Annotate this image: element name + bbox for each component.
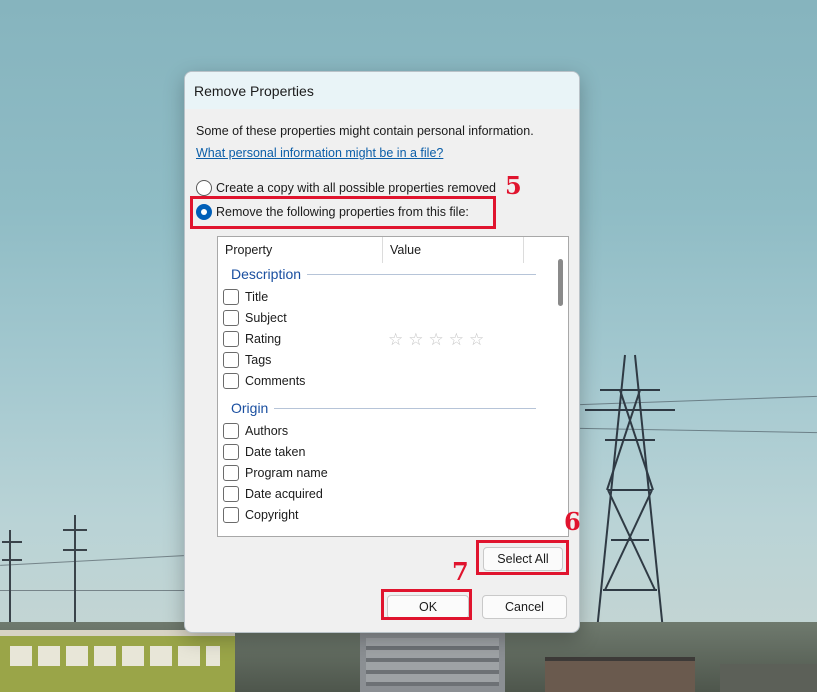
group-heading-description: Description [231, 266, 536, 282]
rating-stars: ☆ ☆ ☆ ☆ ☆ [388, 331, 484, 348]
group-heading-origin: Origin [231, 400, 536, 416]
group-divider [274, 407, 536, 409]
house-roof [545, 657, 695, 692]
column-header-property[interactable]: Property [218, 237, 383, 263]
transmission-tower [585, 354, 675, 650]
property-label: Date taken [245, 445, 306, 459]
checkbox[interactable] [223, 465, 239, 481]
scrollbar-thumb[interactable] [558, 259, 563, 306]
radio-create-copy-label: Create a copy with all possible properti… [216, 181, 496, 195]
group-divider [307, 273, 536, 275]
group-heading-label: Origin [231, 400, 269, 416]
radio-remove-properties-label: Remove the following properties from thi… [216, 205, 469, 219]
checkbox[interactable] [223, 486, 239, 502]
checkbox[interactable] [223, 507, 239, 523]
property-label: Subject [245, 311, 287, 325]
radio-remove-properties-button[interactable] [196, 204, 212, 220]
group-heading-label: Description [231, 266, 302, 282]
property-label: Copyright [245, 508, 299, 522]
star-icon: ☆ [469, 330, 485, 349]
column-header-value-label: Value [390, 243, 422, 257]
step-number-6: 6 [564, 507, 581, 536]
select-all-button[interactable]: Select All [483, 547, 563, 571]
property-label: Authors [245, 424, 289, 438]
property-row-title[interactable]: Title [223, 289, 268, 305]
apartment-building [360, 632, 505, 692]
step-number-7: 7 [452, 557, 469, 586]
property-label: Date acquired [245, 487, 323, 501]
step-number-5: 5 [505, 171, 522, 200]
radio-create-copy-button[interactable] [196, 180, 212, 196]
personal-info-help-link[interactable]: What personal information might be in a … [196, 146, 443, 160]
column-header-value[interactable]: Value [383, 237, 524, 263]
property-label: Program name [245, 466, 328, 480]
property-label: Rating [245, 332, 282, 346]
property-row-authors[interactable]: Authors [223, 423, 288, 439]
property-label: Title [245, 290, 269, 304]
property-row-comments[interactable]: Comments [223, 373, 305, 389]
dialog-title: Remove Properties [194, 82, 314, 99]
cancel-button[interactable]: Cancel [482, 595, 567, 619]
intro-text: Some of these properties might contain p… [196, 124, 534, 138]
property-label: Tags [245, 353, 272, 367]
property-row-date-taken[interactable]: Date taken [223, 444, 305, 460]
property-list[interactable]: Property Value Description Title Subject… [217, 236, 569, 537]
house [720, 664, 817, 692]
list-header: Property Value [218, 237, 568, 263]
property-row-tags[interactable]: Tags [223, 352, 271, 368]
property-row-subject[interactable]: Subject [223, 310, 287, 326]
radio-remove-properties[interactable]: Remove the following properties from thi… [196, 204, 469, 220]
dialog-titlebar[interactable]: Remove Properties [185, 72, 579, 109]
property-row-rating[interactable]: Rating [223, 331, 281, 347]
property-row-program-name[interactable]: Program name [223, 465, 328, 481]
star-icon: ☆ [388, 330, 404, 349]
radio-create-copy[interactable]: Create a copy with all possible properti… [196, 180, 496, 196]
checkbox[interactable] [223, 444, 239, 460]
remove-properties-dialog: Remove Properties Some of these properti… [184, 71, 580, 633]
ok-button[interactable]: OK [387, 595, 469, 619]
star-icon: ☆ [428, 330, 444, 349]
checkbox[interactable] [223, 352, 239, 368]
checkbox[interactable] [223, 310, 239, 326]
train-car [0, 630, 235, 692]
checkbox[interactable] [223, 289, 239, 305]
property-row-copyright[interactable]: Copyright [223, 507, 299, 523]
star-icon: ☆ [408, 330, 424, 349]
checkbox[interactable] [223, 331, 239, 347]
utility-pole [63, 515, 87, 635]
checkbox[interactable] [223, 423, 239, 439]
list-scrollbar[interactable] [554, 237, 568, 536]
property-row-date-acquired[interactable]: Date acquired [223, 486, 323, 502]
star-icon: ☆ [448, 330, 464, 349]
property-label: Comments [245, 374, 306, 388]
checkbox[interactable] [223, 373, 239, 389]
column-header-property-label: Property [225, 243, 273, 257]
